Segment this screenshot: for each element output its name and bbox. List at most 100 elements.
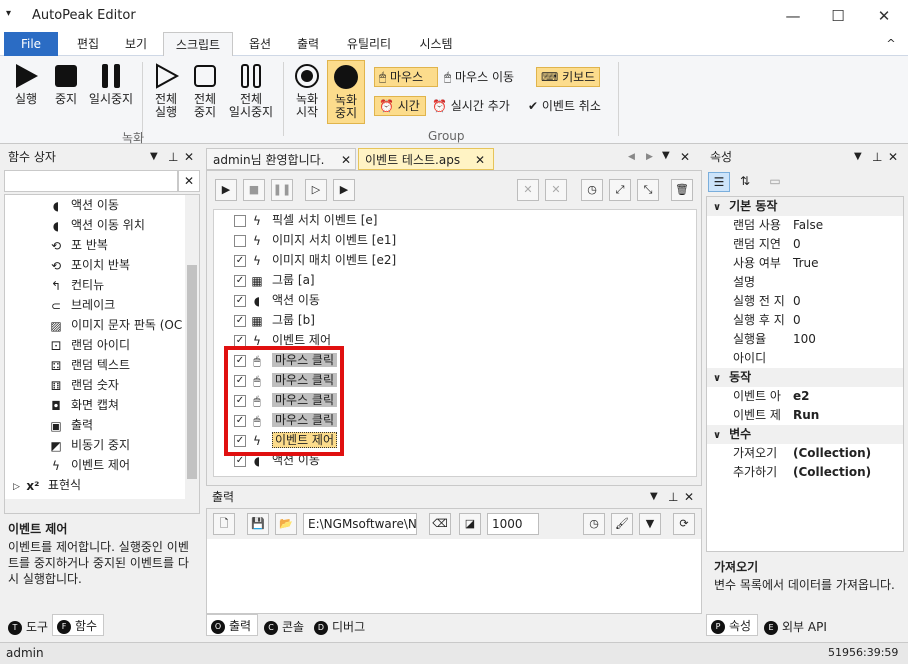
tab-output[interactable]: O 출력 bbox=[206, 614, 258, 636]
eraser-button[interactable]: ◪ bbox=[459, 513, 481, 535]
property-pages-icon[interactable]: ▭ bbox=[764, 172, 786, 192]
list-item[interactable]: ⟲ 포이치 반복 bbox=[49, 255, 130, 275]
tab-tools[interactable]: T 도구 bbox=[4, 616, 50, 638]
property-row[interactable]: 이벤트 제 Run bbox=[707, 406, 903, 425]
list-item[interactable]: ◘ 화면 캡쳐 bbox=[49, 395, 119, 415]
time-toggle[interactable]: ⏰ 시간 bbox=[374, 96, 426, 116]
list-item[interactable]: ▷ x² 표현식 bbox=[13, 475, 81, 495]
mouse-move-toggle[interactable]: 🖱 마우스 이동 bbox=[444, 69, 514, 85]
pin-icon[interactable]: ⊥ bbox=[168, 146, 178, 168]
line-limit-stepper[interactable]: 1000 bbox=[487, 513, 539, 535]
tab-event-test[interactable]: 이벤트 테스트.aps ✕ bbox=[358, 148, 494, 170]
collapse-icon[interactable]: ∨ bbox=[707, 373, 721, 384]
list-item[interactable]: ◩ 비동기 중지 bbox=[49, 435, 130, 455]
property-row[interactable]: 실행 후 지 0 bbox=[707, 311, 903, 330]
stop-button[interactable]: 중지 bbox=[48, 62, 84, 106]
property-row[interactable]: 랜덤 사용 False bbox=[707, 216, 903, 235]
expand-button[interactable]: ⤢ bbox=[609, 179, 631, 201]
realtime-add-toggle[interactable]: ⏰ 실시간 추가 bbox=[432, 98, 510, 114]
record-start-button[interactable]: 녹화 시작 bbox=[290, 62, 324, 119]
pin-icon[interactable]: ⊥ bbox=[872, 146, 882, 168]
run-all-button[interactable]: 전체 실행 bbox=[148, 62, 184, 119]
refresh-button[interactable]: ⟳ bbox=[673, 513, 695, 535]
save-button[interactable]: 💾 bbox=[247, 513, 269, 535]
vertical-scrollbar[interactable] bbox=[185, 195, 199, 499]
maximize-button[interactable]: ☐ bbox=[815, 0, 861, 32]
list-item[interactable]: ◖ 액션 이동 위치 bbox=[49, 215, 145, 235]
play-button[interactable]: ▶ bbox=[215, 179, 237, 201]
keyboard-toggle[interactable]: ⌨ 키보드 bbox=[536, 67, 600, 87]
tree-row[interactable]: ✓ ▦ 그룹 [b] bbox=[234, 310, 315, 330]
prop-value[interactable]: True bbox=[793, 254, 819, 273]
collapse-icon[interactable]: ∨ bbox=[707, 430, 721, 441]
tab-scroll-right-icon[interactable]: ▶ bbox=[646, 152, 653, 162]
prop-value[interactable]: False bbox=[793, 216, 823, 235]
horizontal-scrollbar[interactable] bbox=[5, 499, 199, 513]
tree-row[interactable]: ✓ ◖ 액션 이동 bbox=[234, 290, 320, 310]
tab-properties[interactable]: P 속성 bbox=[706, 614, 758, 636]
list-item[interactable]: ⊂ 브레이크 bbox=[49, 295, 115, 315]
collapse-button[interactable]: ⤡ bbox=[637, 179, 659, 201]
dropdown-icon[interactable]: ▼ bbox=[650, 486, 658, 508]
run-button[interactable]: 실행 bbox=[8, 62, 44, 106]
list-item[interactable]: ϟ 이벤트 제어 bbox=[49, 455, 130, 475]
stop-button-small[interactable]: ■ bbox=[243, 179, 265, 201]
function-search-input[interactable] bbox=[4, 170, 178, 192]
tree-row[interactable]: ✓ ϟ 이미지 매치 이벤트 [e2] bbox=[234, 250, 396, 270]
brush-button[interactable]: 🖌 bbox=[611, 513, 633, 535]
app-menu-icon[interactable]: ▾ bbox=[6, 8, 11, 19]
property-row[interactable]: 아이디 bbox=[707, 349, 903, 368]
prop-value[interactable]: 0 bbox=[793, 311, 801, 330]
collapse-icon[interactable]: ∨ bbox=[707, 202, 721, 213]
menu-edit[interactable]: 편집 bbox=[66, 32, 110, 56]
tree-row[interactable]: ϟ 픽셀 서치 이벤트 [e] bbox=[234, 210, 377, 230]
close-doc-icon[interactable]: ✕ bbox=[680, 150, 690, 164]
event-cancel-toggle[interactable]: ✔ 이벤트 취소 bbox=[528, 98, 601, 114]
play-frame-button[interactable]: ▷ bbox=[305, 179, 327, 201]
new-file-button[interactable]: 🗋 bbox=[213, 513, 235, 535]
checkbox[interactable]: ✓ bbox=[234, 454, 246, 467]
file-menu[interactable]: File bbox=[4, 32, 58, 56]
menu-system[interactable]: 시스템 bbox=[408, 32, 464, 56]
prop-value[interactable]: 0 bbox=[793, 235, 801, 254]
record-stop-button[interactable]: 녹화 중지 bbox=[327, 60, 365, 124]
checkbox[interactable]: ✓ bbox=[234, 254, 246, 267]
prop-value[interactable]: 0 bbox=[793, 292, 801, 311]
close-panel-icon[interactable]: ✕ bbox=[888, 146, 898, 168]
checkbox[interactable]: ✓ bbox=[234, 334, 246, 347]
menu-utility[interactable]: 유틸리티 bbox=[336, 32, 402, 56]
list-item[interactable]: ▣ 출력 bbox=[49, 415, 93, 435]
checkbox[interactable] bbox=[234, 234, 246, 247]
categorized-icon[interactable]: ☰ bbox=[708, 172, 730, 192]
list-item[interactable]: ⚀ 랜덤 아이디 bbox=[49, 335, 130, 355]
menu-view[interactable]: 보기 bbox=[114, 32, 158, 56]
close-panel-icon[interactable]: ✕ bbox=[184, 146, 194, 168]
tab-list-icon[interactable]: ▼ bbox=[662, 150, 670, 161]
checkbox[interactable] bbox=[234, 214, 246, 227]
list-item[interactable]: ▨ 이미지 문자 판독 (OC bbox=[49, 315, 182, 335]
clear-search-icon[interactable]: ✕ bbox=[178, 170, 200, 192]
prop-value[interactable]: 100 bbox=[793, 330, 816, 349]
collapse-ribbon-icon[interactable]: ^ bbox=[882, 32, 900, 56]
tab-debug[interactable]: D 디버그 bbox=[310, 616, 374, 638]
clock-button[interactable]: ◷ bbox=[583, 513, 605, 535]
property-row[interactable]: 사용 여부 True bbox=[707, 254, 903, 273]
category-variable[interactable]: ∨ 변수 bbox=[707, 425, 903, 444]
path-input[interactable]: E:\NGMsoftware\NG bbox=[303, 513, 417, 535]
property-row[interactable]: 가져오기 (Collection) bbox=[707, 444, 903, 463]
checkbox[interactable]: ✓ bbox=[234, 274, 246, 287]
menu-script[interactable]: 스크립트 bbox=[163, 32, 233, 56]
close-tab-icon[interactable]: ✕ bbox=[341, 149, 351, 171]
checkbox[interactable]: ✓ bbox=[234, 294, 246, 307]
prop-value[interactable]: (Collection) bbox=[793, 444, 871, 463]
prop-value[interactable]: Run bbox=[793, 406, 819, 425]
minimize-button[interactable]: — bbox=[770, 0, 816, 32]
menu-output[interactable]: 출력 bbox=[286, 32, 330, 56]
dropdown-icon[interactable]: ▼ bbox=[150, 146, 158, 168]
tab-console[interactable]: C 콘솔 bbox=[260, 616, 310, 638]
tab-external-api[interactable]: E 외부 API bbox=[760, 616, 840, 638]
tab-functions[interactable]: F 함수 bbox=[52, 614, 104, 636]
open-folder-button[interactable]: 📂 bbox=[275, 513, 297, 535]
fill-bucket-button[interactable]: ▼ bbox=[639, 513, 661, 535]
expand-icon[interactable]: ▷ bbox=[13, 482, 20, 492]
